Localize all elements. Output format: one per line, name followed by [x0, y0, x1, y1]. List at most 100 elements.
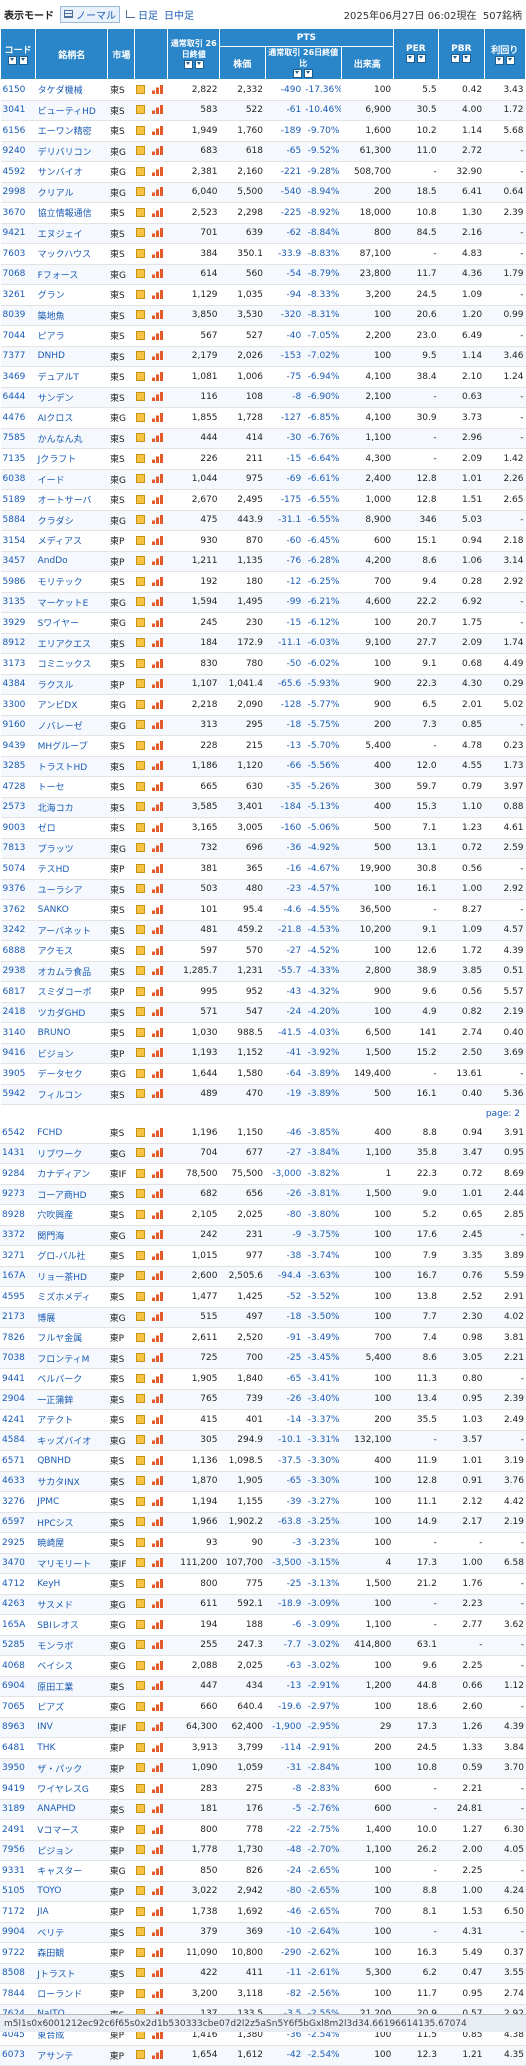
- stock-code-link[interactable]: 6542: [0, 1123, 36, 1144]
- chart-icon-cell[interactable]: [151, 1491, 168, 1513]
- chart-icon-cell[interactable]: [151, 858, 168, 880]
- stock-code-link[interactable]: 3276: [0, 1491, 36, 1513]
- bar-chart-icon[interactable]: [152, 269, 164, 279]
- stock-code-link[interactable]: 3271: [0, 1245, 36, 1267]
- board-icon-cell[interactable]: [134, 612, 152, 634]
- stock-code-link[interactable]: 9284: [0, 1163, 36, 1185]
- stock-code-link[interactable]: 4241: [0, 1409, 36, 1431]
- stock-code-link[interactable]: 3135: [0, 592, 36, 613]
- chart-icon-cell[interactable]: [151, 1225, 168, 1246]
- board-icon-cell[interactable]: [134, 1368, 152, 1390]
- stock-code-link[interactable]: 5942: [0, 1084, 36, 1105]
- board-icon[interactable]: [135, 986, 145, 996]
- bar-chart-icon[interactable]: [152, 1640, 164, 1650]
- stock-code-link[interactable]: 4592: [0, 161, 36, 183]
- stock-code-link[interactable]: 3457: [0, 551, 36, 572]
- stock-code-link[interactable]: 3285: [0, 756, 36, 777]
- stock-name-link[interactable]: マリモリート: [35, 1553, 108, 1574]
- board-icon-cell[interactable]: [134, 1901, 152, 1923]
- chart-icon-cell[interactable]: [151, 1881, 168, 1902]
- bar-chart-icon[interactable]: [152, 1353, 164, 1363]
- bar-chart-icon[interactable]: [152, 945, 164, 955]
- board-icon[interactable]: [135, 699, 145, 709]
- stock-name-link[interactable]: サカタINX: [35, 1471, 108, 1492]
- chart-icon-cell[interactable]: [151, 387, 168, 408]
- stock-name-link[interactable]: HPCシス: [35, 1512, 108, 1533]
- stock-code-link[interactable]: 7172: [0, 1901, 36, 1923]
- board-icon[interactable]: [135, 617, 145, 627]
- board-icon[interactable]: [135, 228, 145, 238]
- stock-name-link[interactable]: コミニックス: [35, 653, 108, 675]
- bar-chart-icon[interactable]: [152, 289, 164, 299]
- board-icon-cell[interactable]: [134, 243, 152, 265]
- bar-chart-icon[interactable]: [152, 1537, 164, 1547]
- board-icon-cell[interactable]: [134, 1963, 152, 1984]
- stock-name-link[interactable]: プラッツ: [35, 838, 108, 859]
- stock-name-link[interactable]: オートサーバ: [35, 489, 108, 511]
- board-icon-cell[interactable]: [134, 1778, 152, 1800]
- stock-code-link[interactable]: 6904: [0, 1676, 36, 1697]
- bar-chart-icon[interactable]: [152, 1619, 164, 1629]
- stock-name-link[interactable]: アサンテ: [35, 2045, 108, 2066]
- bar-chart-icon[interactable]: [152, 433, 164, 443]
- board-icon[interactable]: [135, 1250, 145, 1260]
- stock-name-link[interactable]: キッズバイオ: [35, 1430, 108, 1451]
- board-icon-cell[interactable]: [134, 1389, 152, 1410]
- stock-name-link[interactable]: ピアズ: [35, 1696, 108, 1718]
- stock-code-link[interactable]: 8912: [0, 633, 36, 654]
- chart-icon-cell[interactable]: [151, 838, 168, 859]
- chart-icon-cell[interactable]: [151, 428, 168, 449]
- stock-name-link[interactable]: JPMC: [35, 1491, 108, 1513]
- board-icon[interactable]: [135, 1640, 145, 1650]
- board-icon[interactable]: [135, 945, 145, 955]
- stock-name-link[interactable]: リョー茶HD: [35, 1266, 108, 1287]
- chart-icon-cell[interactable]: [151, 161, 168, 183]
- board-icon-cell[interactable]: [134, 510, 152, 531]
- board-icon[interactable]: [135, 105, 145, 115]
- bar-chart-icon[interactable]: [152, 802, 164, 812]
- board-icon-cell[interactable]: [134, 264, 152, 285]
- chart-icon-cell[interactable]: [151, 1901, 168, 1923]
- board-icon[interactable]: [135, 494, 145, 504]
- board-icon[interactable]: [135, 1763, 145, 1773]
- bar-chart-icon[interactable]: [152, 658, 164, 668]
- board-icon-cell[interactable]: [134, 756, 152, 777]
- stock-name-link[interactable]: 暁崎屋: [35, 1532, 108, 1554]
- stock-name-link[interactable]: SBIレオス: [35, 1614, 108, 1636]
- bar-chart-icon[interactable]: [152, 1517, 164, 1527]
- board-icon[interactable]: [135, 351, 145, 361]
- board-icon[interactable]: [135, 248, 145, 258]
- stock-code-link[interactable]: 2573: [0, 797, 36, 818]
- chart-icon-cell[interactable]: [151, 1143, 168, 1164]
- stock-code-link[interactable]: 3762: [0, 899, 36, 921]
- board-icon[interactable]: [135, 1476, 145, 1486]
- stock-name-link[interactable]: リブワーク: [35, 1143, 108, 1164]
- bar-chart-icon[interactable]: [152, 1742, 164, 1752]
- bar-chart-icon[interactable]: [152, 1007, 164, 1017]
- board-icon-cell[interactable]: [134, 1204, 152, 1226]
- board-icon[interactable]: [135, 1927, 145, 1937]
- stock-name-link[interactable]: モリテック: [35, 571, 108, 593]
- page-2-link[interactable]: page: 2: [486, 1109, 520, 1119]
- stock-code-link[interactable]: 9904: [0, 1922, 36, 1943]
- board-icon-cell[interactable]: [134, 1163, 152, 1185]
- stock-name-link[interactable]: データセク: [35, 1063, 108, 1085]
- board-icon-cell[interactable]: [134, 981, 152, 1003]
- board-icon-cell[interactable]: [134, 1471, 152, 1492]
- bar-chart-icon[interactable]: [152, 207, 164, 217]
- board-icon-cell[interactable]: [134, 1696, 152, 1718]
- col-per[interactable]: PER: [392, 28, 440, 80]
- bar-chart-icon[interactable]: [152, 1332, 164, 1342]
- stock-name-link[interactable]: ピアラ: [35, 325, 108, 347]
- stock-name-link[interactable]: ピジョン: [35, 1840, 108, 1861]
- chart-icon-cell[interactable]: [151, 1942, 168, 1964]
- board-icon[interactable]: [135, 535, 145, 545]
- board-icon-cell[interactable]: [134, 1840, 152, 1861]
- board-icon[interactable]: [135, 1660, 145, 1670]
- stock-code-link[interactable]: 6038: [0, 469, 36, 490]
- bar-chart-icon[interactable]: [152, 576, 164, 586]
- chart-icon-cell[interactable]: [151, 1696, 168, 1718]
- stock-code-link[interactable]: 9419: [0, 1778, 36, 1800]
- stock-name-link[interactable]: THK: [35, 1737, 108, 1759]
- bar-chart-icon[interactable]: [152, 1968, 164, 1978]
